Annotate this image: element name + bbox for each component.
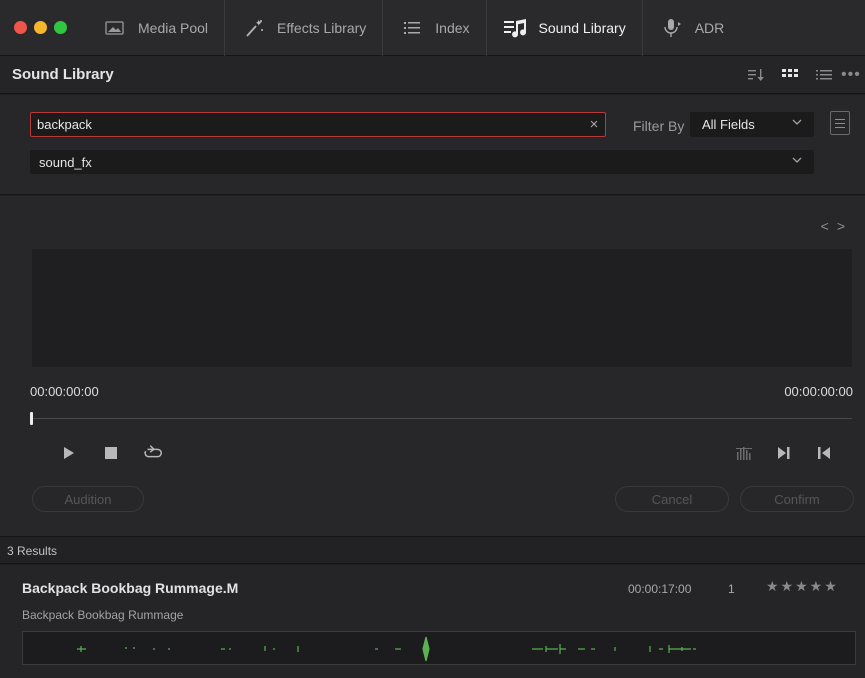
tab-label: Media Pool <box>138 19 209 36</box>
waveform-graphic <box>77 636 696 662</box>
result-waveform[interactable] <box>22 631 856 665</box>
preview-waveform-area[interactable] <box>32 249 852 367</box>
results-count: 3 Results <box>0 538 865 564</box>
close-window-button[interactable] <box>14 21 27 34</box>
panel-tab-bar: Media Pool ✦ Effects Library Index Sound… <box>0 0 865 56</box>
minimize-window-button[interactable] <box>34 21 47 34</box>
insert-icon[interactable] <box>773 442 795 464</box>
stop-icon[interactable] <box>100 442 122 464</box>
effects-wand-icon: ✦ <box>241 17 267 39</box>
tab-index[interactable]: Index <box>382 0 485 56</box>
rating-stars[interactable]: ★★★★★ <box>766 578 839 595</box>
grid-view-icon[interactable] <box>773 56 807 94</box>
tab-label: Sound Library <box>538 19 626 36</box>
chevron-down-icon <box>792 117 802 130</box>
panel-header: Sound Library ••• <box>0 56 865 94</box>
filter-by-label: Filter By <box>633 118 685 134</box>
previous-arrow-icon[interactable]: < <box>821 218 837 234</box>
tab-label: ADR <box>694 19 725 36</box>
database-value: sound_fx <box>39 154 92 170</box>
transport-controls <box>58 442 164 464</box>
clear-search-icon[interactable]: × <box>583 116 605 133</box>
result-channels: 1 <box>728 582 735 596</box>
duration-timecode: 00:00:00:00 <box>784 384 853 399</box>
sound-library-icon <box>503 17 529 39</box>
sort-icon[interactable] <box>739 56 773 94</box>
scrub-bar[interactable] <box>32 418 852 419</box>
more-options-icon[interactable]: ••• <box>841 56 865 94</box>
collapse-filter-icon[interactable] <box>830 111 850 135</box>
tab-label: Effects Library <box>277 19 367 36</box>
tab-effects-library[interactable]: ✦ Effects Library <box>224 0 382 56</box>
loop-icon[interactable] <box>142 442 164 464</box>
sync-to-timeline-icon[interactable] <box>733 442 755 464</box>
index-list-icon <box>399 17 425 39</box>
window-controls <box>0 21 96 34</box>
cancel-button[interactable]: Cancel <box>615 486 729 512</box>
result-subtitle: Backpack Bookbag Rummage <box>22 608 184 622</box>
result-title: Backpack Bookbag Rummage.M <box>22 580 239 596</box>
next-arrow-icon[interactable]: > <box>837 218 853 234</box>
tab-label: Index <box>435 19 470 36</box>
tab-sound-library[interactable]: Sound Library <box>485 0 642 56</box>
tab-adr[interactable]: ADR <box>641 0 741 56</box>
maximize-window-button[interactable] <box>54 21 67 34</box>
search-panel: backpack × Filter By All Fields sound_fx <box>0 95 865 195</box>
filter-field-value: All Fields <box>702 117 755 132</box>
playhead-handle[interactable] <box>30 412 33 425</box>
chevron-down-icon <box>792 155 802 168</box>
result-item[interactable]: Backpack Bookbag Rummage.M Backpack Book… <box>0 565 865 678</box>
panel-title: Sound Library <box>12 66 114 83</box>
media-pool-icon <box>102 17 128 39</box>
preview-player: <> 00:00:00:00 00:00:00:00 Audition Canc… <box>0 196 865 537</box>
search-input[interactable]: backpack × <box>30 112 606 137</box>
confirm-button[interactable]: Confirm <box>740 486 854 512</box>
database-dropdown[interactable]: sound_fx <box>30 150 814 174</box>
current-timecode: 00:00:00:00 <box>30 384 99 399</box>
tab-media-pool[interactable]: Media Pool <box>96 0 224 56</box>
search-input-value: backpack <box>37 117 92 132</box>
list-view-icon[interactable] <box>807 56 841 94</box>
edit-controls <box>733 442 835 464</box>
microphone-icon <box>659 17 685 39</box>
result-duration: 00:00:17:00 <box>628 582 692 596</box>
play-icon[interactable] <box>58 442 80 464</box>
filter-field-dropdown[interactable]: All Fields <box>690 112 814 137</box>
overwrite-icon[interactable] <box>813 442 835 464</box>
preview-navigation: <> <box>821 218 853 234</box>
audition-button[interactable]: Audition <box>32 486 144 512</box>
